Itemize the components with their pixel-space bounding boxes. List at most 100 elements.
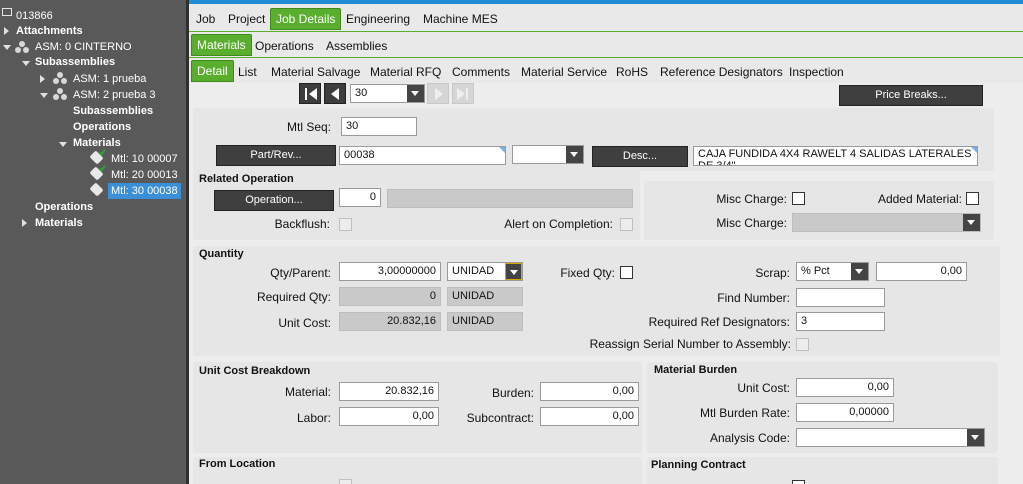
previous-record-button[interactable] [324, 83, 346, 104]
tree-job-number[interactable]: 013866 [16, 8, 53, 24]
alert-on-completion-checkbox[interactable] [620, 218, 633, 231]
revision-combo[interactable] [512, 145, 584, 164]
tree-asm-2[interactable]: ASM: 2 prueba 3 [73, 87, 156, 103]
tab-machine-mes[interactable]: Machine MES [418, 8, 503, 30]
tab-job-details[interactable]: Job Details [270, 8, 342, 30]
fixed-qty-checkbox[interactable] [620, 266, 633, 279]
material-tag-icon: ✔ [89, 165, 107, 182]
tab-material-service[interactable]: Material Service [516, 61, 612, 83]
tree-asm-0[interactable]: ASM: 0 CINTERNO [35, 39, 132, 55]
added-material-checkbox[interactable] [966, 192, 979, 205]
chevron-down-icon[interactable] [407, 85, 424, 102]
part-rev-button[interactable]: Part/Rev... [216, 145, 336, 166]
chevron-down-icon[interactable] [851, 263, 868, 280]
unit-cost-value: 20.832,16 [339, 312, 441, 331]
tree-mtl-20[interactable]: Mtl: 20 00013 [111, 167, 178, 183]
tab-job[interactable]: Job [191, 8, 220, 30]
misc-charge-label: Misc Charge: [716, 192, 787, 206]
unit-cost-uom-value: UNIDAD [447, 312, 523, 331]
tree-asm2-operations[interactable]: Operations [73, 119, 131, 135]
burden-cost-label: Burden: [491, 386, 534, 400]
collapse-arrow-icon[interactable] [22, 61, 30, 66]
tab-operations[interactable]: Operations [250, 35, 319, 57]
reassign-serial-label: Reassign Serial Number to Assembly: [589, 337, 791, 351]
first-record-button[interactable] [299, 83, 321, 104]
last-record-button[interactable] [452, 83, 474, 104]
added-material-label: Added Material: [877, 192, 962, 206]
reassign-serial-checkbox[interactable] [796, 338, 809, 351]
tree-subassemblies[interactable]: Subassemblies [35, 54, 115, 70]
tab-engineering[interactable]: Engineering [341, 8, 415, 30]
qty-parent-input[interactable]: 3,00000000 [339, 262, 441, 281]
qty-uom-combo[interactable]: UNIDAD [447, 262, 523, 281]
mtl-burden-rate-input[interactable]: 0,00000 [796, 403, 894, 422]
tree-asm2-subassemblies[interactable]: Subassemblies [73, 103, 153, 119]
material-cost-label: Material: [284, 385, 331, 399]
tab-list[interactable]: List [233, 61, 262, 83]
required-qty-value: 0 [339, 287, 441, 306]
tab-inspection[interactable]: Inspection [784, 61, 849, 83]
scrap-type-combo[interactable]: % Pct [796, 262, 869, 281]
next-record-button[interactable] [427, 83, 449, 104]
scrap-label: Scrap: [755, 266, 790, 280]
tab-rohs[interactable]: RoHS [611, 61, 653, 83]
collapse-arrow-icon[interactable] [40, 93, 48, 98]
collapse-arrow-icon[interactable] [3, 45, 11, 50]
misc-charge-checkbox[interactable] [792, 192, 805, 205]
quantity-title: Quantity [199, 248, 244, 260]
material-tag-icon [89, 182, 106, 198]
tab-project[interactable]: Project [223, 8, 270, 30]
analysis-code-combo[interactable] [796, 428, 985, 447]
tree-asm-1[interactable]: ASM: 1 prueba [73, 71, 146, 87]
tab-material-rfq[interactable]: Material RFQ [365, 61, 446, 83]
analysis-code-label: Analysis Code: [709, 431, 790, 445]
burden-unit-cost-label: Unit Cost: [737, 381, 790, 395]
part-input[interactable]: 00038 [339, 146, 506, 165]
required-ref-designators-input[interactable]: 3 [796, 312, 885, 331]
operation-input[interactable]: 0 [339, 188, 381, 207]
expand-arrow-icon[interactable] [40, 75, 45, 83]
assembly-icon [14, 41, 30, 54]
record-selector[interactable]: 30 [350, 84, 425, 103]
chevron-down-icon[interactable] [505, 263, 522, 280]
tree-asm2-materials[interactable]: Materials [73, 135, 121, 151]
misc-charge-combo[interactable] [792, 213, 981, 232]
desc-button[interactable]: Desc... [592, 146, 688, 167]
planning-contract-checkbox[interactable] [792, 480, 805, 484]
price-breaks-button[interactable]: Price Breaks... [839, 85, 983, 106]
tree-materials[interactable]: Materials [35, 215, 83, 231]
tree-mtl-30[interactable]: Mtl: 30 00038 [108, 183, 181, 199]
collapse-arrow-icon[interactable] [59, 142, 67, 147]
job-icon [2, 6, 12, 16]
tab-assemblies[interactable]: Assemblies [321, 35, 392, 57]
main-tab-row: Job Project Job Details Engineering Mach… [189, 4, 1023, 32]
alert-on-completion-label: Alert on Completion: [504, 217, 613, 231]
expand-arrow-icon[interactable] [22, 219, 27, 227]
scrap-input[interactable]: 0,00 [876, 262, 967, 281]
burden-unit-cost-input[interactable]: 0,00 [796, 378, 894, 397]
material-cost-input[interactable]: 20.832,16 [339, 382, 439, 401]
backflush-checkbox[interactable] [339, 218, 352, 231]
burden-cost-input[interactable]: 0,00 [540, 382, 639, 401]
tab-detail[interactable]: Detail [191, 60, 234, 82]
tree-attachments[interactable]: Attachments [16, 23, 83, 39]
chevron-down-icon[interactable] [963, 214, 980, 231]
chevron-down-icon[interactable] [566, 146, 583, 163]
labor-cost-input[interactable]: 0,00 [339, 407, 439, 426]
tab-reference-designators[interactable]: Reference Designators [655, 61, 788, 83]
tab-material-salvage[interactable]: Material Salvage [266, 61, 365, 83]
description-input[interactable]: CAJA FUNDIDA 4X4 RAWELT 4 SALIDAS LATERA… [693, 146, 978, 166]
chevron-down-icon[interactable] [967, 429, 984, 446]
operation-button[interactable]: Operation... [214, 190, 334, 211]
find-number-input[interactable] [796, 288, 885, 307]
subcontract-cost-input[interactable]: 0,00 [540, 407, 639, 426]
tree-operations[interactable]: Operations [35, 199, 93, 215]
from-location-checkbox[interactable] [339, 479, 352, 484]
find-number-label: Find Number: [717, 291, 790, 305]
tab-materials[interactable]: Materials [191, 34, 252, 56]
expand-arrow-icon[interactable] [4, 27, 9, 35]
tab-comments[interactable]: Comments [447, 61, 515, 83]
tree-mtl-10[interactable]: Mtl: 10 00007 [111, 151, 178, 167]
mtl-seq-input[interactable]: 30 [341, 117, 417, 136]
qty-uom-value: UNIDAD [452, 265, 495, 277]
